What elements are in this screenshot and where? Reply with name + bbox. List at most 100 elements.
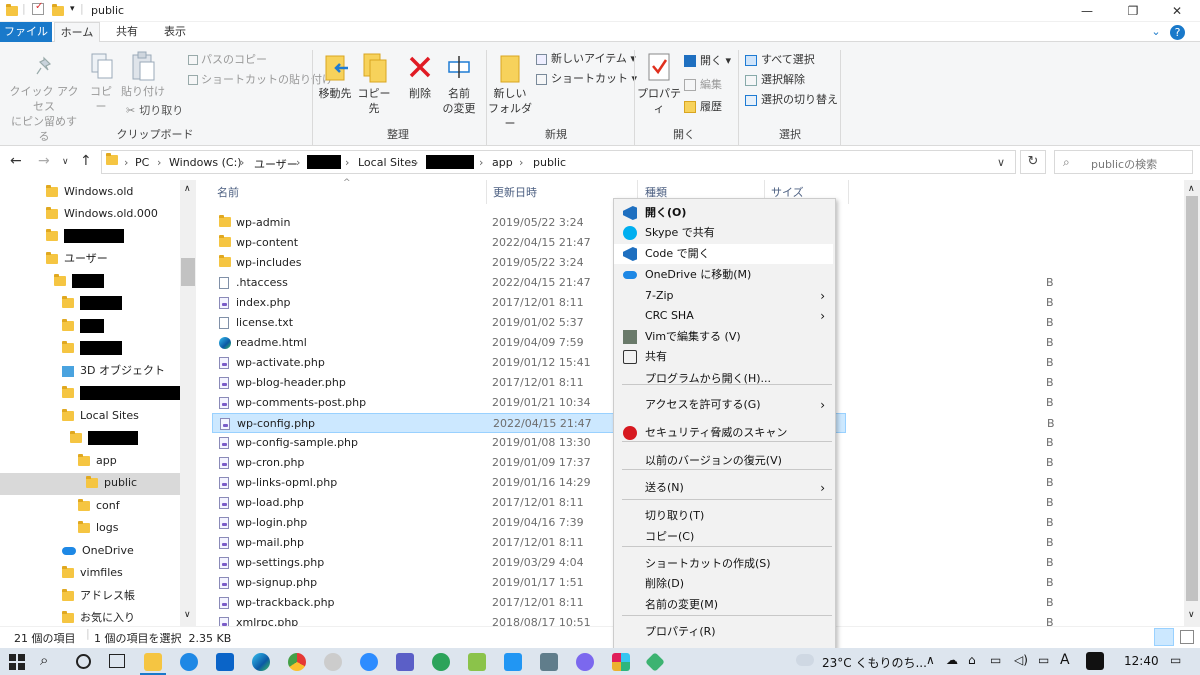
- context-menu-item[interactable]: コピー(C): [614, 527, 833, 547]
- properties-quick-icon[interactable]: ✓: [32, 1, 44, 15]
- scroll-down-icon[interactable]: ∨: [184, 610, 191, 620]
- open-button[interactable]: 開く ▾: [684, 54, 731, 68]
- context-menu-item[interactable]: Code で開く: [614, 244, 833, 264]
- messenger-taskbar-icon[interactable]: [576, 653, 594, 671]
- customize-quick-access-icon[interactable]: ▾: [70, 4, 75, 14]
- chevron-right-icon[interactable]: ›: [345, 156, 349, 169]
- nav-item[interactable]: conf: [78, 495, 120, 517]
- nav-item[interactable]: 3D オブジェクト: [62, 360, 165, 382]
- tab-share[interactable]: 共有: [104, 22, 150, 42]
- context-menu-item[interactable]: アクセスを許可する(G) ›: [614, 395, 833, 415]
- breadcrumb-pc[interactable]: PC: [135, 156, 149, 169]
- breadcrumb-public[interactable]: public: [533, 156, 566, 169]
- app-taskbar-icon[interactable]: [432, 653, 450, 671]
- tray-icon[interactable]: ⌂: [968, 653, 976, 667]
- expand-ribbon-icon[interactable]: ⌄: [1146, 22, 1166, 42]
- context-menu-item[interactable]: 以前のバージョンの復元(V): [614, 451, 833, 471]
- details-view-icon[interactable]: [1154, 628, 1174, 646]
- nav-item[interactable]: app: [78, 450, 117, 472]
- chevron-right-icon[interactable]: ›: [479, 156, 483, 169]
- volume-icon[interactable]: ◁): [1014, 653, 1028, 667]
- context-menu-item[interactable]: ショートカットの作成(S): [614, 554, 833, 574]
- copy-path-button[interactable]: パスのコピー: [188, 53, 267, 67]
- maximize-button[interactable]: ❐: [1110, 0, 1156, 22]
- battery-icon[interactable]: ▭: [990, 653, 1001, 667]
- tab-view[interactable]: 表示: [152, 22, 198, 42]
- edit-button[interactable]: 編集: [684, 78, 722, 92]
- new-folder-quick-icon[interactable]: [52, 4, 64, 16]
- move-to-button[interactable]: 移動先: [316, 86, 354, 101]
- forward-arrow-icon[interactable]: →: [38, 153, 50, 169]
- search-icon[interactable]: ⌕: [40, 651, 48, 669]
- column-header-date[interactable]: 更新日時: [493, 184, 537, 200]
- refresh-icon[interactable]: ↻: [1020, 150, 1046, 174]
- nav-scroll-thumb[interactable]: [181, 258, 195, 286]
- teams-taskbar-icon[interactable]: [396, 653, 414, 671]
- scroll-up-icon[interactable]: ∧: [184, 184, 191, 194]
- chevron-right-icon[interactable]: ›: [414, 156, 418, 169]
- outlook-taskbar-icon[interactable]: [216, 653, 234, 671]
- context-menu-item[interactable]: プロパティ(R): [614, 622, 833, 642]
- clock[interactable]: 12:40: [1124, 654, 1159, 668]
- context-menu-item[interactable]: CRC SHA ›: [614, 306, 833, 326]
- history-button[interactable]: 履歴: [684, 100, 722, 114]
- chrome-taskbar-icon[interactable]: [288, 653, 306, 671]
- context-menu-item[interactable]: Skype で共有: [614, 223, 833, 243]
- select-all-button[interactable]: すべて選択: [745, 53, 815, 67]
- nav-item[interactable]: アドレス帳: [62, 585, 135, 607]
- language-icon[interactable]: ▭: [1038, 653, 1049, 667]
- slack-taskbar-icon[interactable]: [612, 653, 630, 671]
- copy-button[interactable]: コピー: [86, 84, 116, 114]
- column-separator[interactable]: [486, 180, 487, 204]
- minimize-button[interactable]: —: [1064, 0, 1110, 22]
- up-arrow-icon[interactable]: ↑: [80, 153, 92, 169]
- nav-item[interactable]: Windows.old: [46, 181, 133, 203]
- show-hidden-icons-icon[interactable]: ∧: [926, 653, 935, 667]
- context-menu-item[interactable]: 名前の変更(M): [614, 595, 833, 615]
- task-view-icon[interactable]: [109, 654, 125, 668]
- new-item-button[interactable]: 新しいアイテム ▾: [536, 52, 636, 66]
- context-menu-item[interactable]: セキュリティ脅威のスキャン: [614, 423, 833, 443]
- help-icon[interactable]: ?: [1170, 25, 1185, 40]
- copy-to-button[interactable]: コピー先: [354, 86, 394, 116]
- chevron-right-icon[interactable]: ›: [240, 156, 244, 169]
- column-header-name[interactable]: 名前: [217, 184, 239, 200]
- recent-locations-icon[interactable]: ∨: [62, 157, 69, 167]
- nav-item[interactable]: Windows.old.000: [46, 203, 158, 225]
- address-bar[interactable]: › PC › Windows (C:) › ユーザー › › Local Sit…: [101, 150, 1016, 174]
- app-taskbar-icon[interactable]: [645, 652, 665, 672]
- zoom-taskbar-icon[interactable]: [360, 653, 378, 671]
- invert-selection-button[interactable]: 選択の切り替え: [745, 93, 838, 107]
- nav-item[interactable]: vimfiles: [62, 562, 123, 584]
- chevron-right-icon[interactable]: ›: [157, 156, 161, 169]
- nav-item[interactable]: [62, 382, 184, 404]
- chevron-right-icon[interactable]: ›: [124, 156, 128, 169]
- context-menu-item[interactable]: 共有: [614, 347, 833, 367]
- rename-button[interactable]: 名前 の変更: [440, 86, 478, 116]
- context-menu-item[interactable]: Vimで編集する (V): [614, 327, 833, 347]
- nav-item[interactable]: [62, 337, 122, 359]
- app-taskbar-icon[interactable]: [324, 653, 342, 671]
- file-explorer-taskbar-icon[interactable]: [144, 653, 162, 671]
- back-arrow-icon[interactable]: ←: [10, 153, 22, 169]
- breadcrumb-local-sites[interactable]: Local Sites: [358, 156, 417, 169]
- nav-item[interactable]: [46, 225, 124, 247]
- tab-file[interactable]: ファイル: [0, 22, 52, 42]
- app-tray-icon[interactable]: [1086, 652, 1104, 670]
- app-taskbar-icon[interactable]: [504, 653, 522, 671]
- edge-taskbar-icon[interactable]: [252, 653, 270, 671]
- context-menu-item[interactable]: 送る(N) ›: [614, 478, 833, 498]
- search-input[interactable]: ⌕ publicの検索: [1054, 150, 1193, 174]
- app-taskbar-icon[interactable]: [468, 653, 486, 671]
- context-menu-item[interactable]: 削除(D): [614, 574, 833, 594]
- breadcrumb-app[interactable]: app: [492, 156, 513, 169]
- breadcrumb-users[interactable]: ユーザー: [254, 156, 298, 172]
- ime-indicator[interactable]: A: [1060, 652, 1070, 668]
- nav-item[interactable]: [54, 270, 104, 292]
- weather-text[interactable]: 23°C くもりのち...: [822, 654, 927, 671]
- delete-button[interactable]: 削除: [402, 86, 438, 101]
- app-taskbar-icon[interactable]: [540, 653, 558, 671]
- chevron-right-icon[interactable]: ›: [519, 156, 523, 169]
- context-menu-item[interactable]: プログラムから開く(H)...: [614, 369, 833, 389]
- context-menu-item[interactable]: OneDrive に移動(M): [614, 265, 833, 285]
